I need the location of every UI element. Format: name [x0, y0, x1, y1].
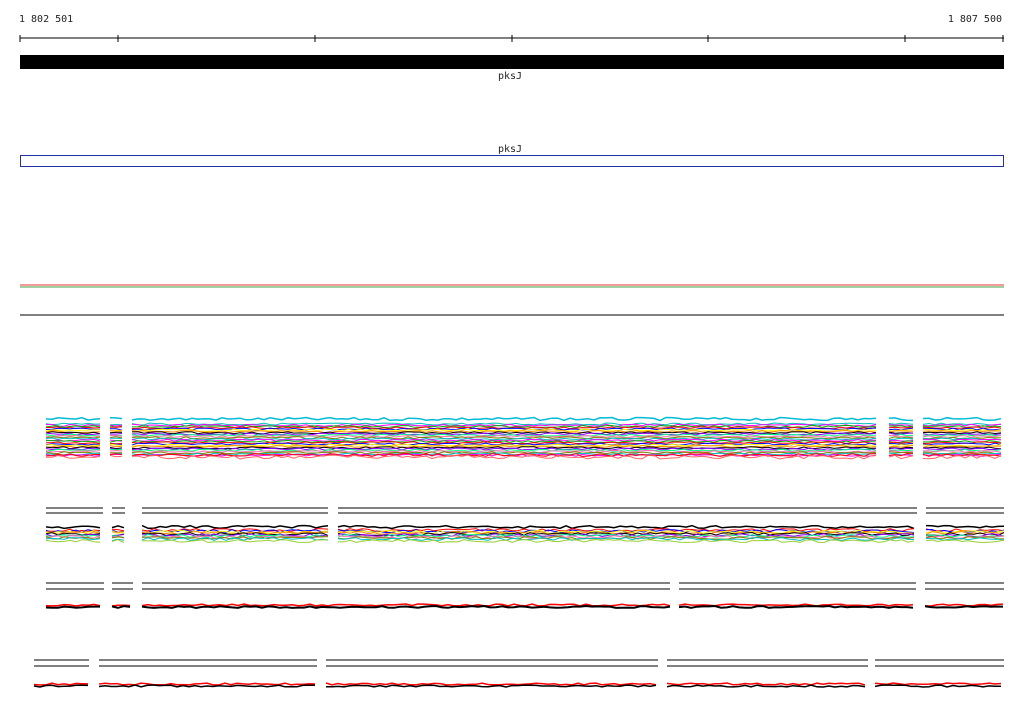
alignment-read-line: [337, 524, 915, 530]
alignment-read-line: [45, 427, 101, 431]
alignment-read-line: [888, 445, 914, 448]
alignment-read-line: [141, 604, 671, 610]
alignment-read-line: [922, 447, 1002, 451]
alignment-read-line: [888, 422, 914, 425]
alignment-read-line: [98, 684, 316, 688]
alignment-read-line: [109, 432, 123, 435]
alignment-read-line: [922, 430, 1001, 433]
alignment-read-line: [325, 684, 657, 688]
alignment-read-line: [925, 539, 1005, 543]
alignment-read-line: [925, 524, 1005, 529]
alignment-read-line: [111, 605, 131, 609]
alignment-tracks: [19, 35, 1005, 688]
alignment-read-line: [141, 539, 329, 543]
alignment-read-line: [325, 682, 657, 686]
alignment-read-line: [888, 417, 914, 422]
alignment-read-line: [98, 682, 316, 686]
alignment-read-line: [141, 524, 329, 530]
alignment-read-line: [45, 416, 101, 421]
alignment-read-line: [111, 525, 125, 529]
alignment-read-line: [922, 442, 1002, 446]
alignment-read-line: [888, 437, 914, 441]
alignment-read-line: [874, 682, 1002, 686]
genome-browser-view: 1 802 501 1 807 500 pksJ pksJ: [0, 0, 1024, 714]
alignment-read-line: [924, 605, 1004, 609]
alignment-read-line: [109, 450, 123, 452]
alignment-read-line: [109, 454, 123, 458]
alignment-read-line: [922, 425, 1002, 428]
alignment-read-line: [888, 426, 914, 429]
alignment-read-line: [131, 436, 877, 440]
alignment-read-line: [922, 416, 1002, 421]
alignment-read-line: [131, 427, 877, 431]
alignment-read-line: [131, 416, 877, 422]
alignment-read-line: [109, 431, 123, 434]
alignment-read-line: [45, 539, 101, 543]
alignment-read-line: [45, 525, 101, 530]
alignment-read-line: [666, 684, 866, 688]
alignment-read-line: [922, 426, 1002, 429]
alignment-read-line: [45, 605, 100, 609]
alignment-read-line: [131, 446, 877, 450]
alignment-read-line: [874, 684, 1001, 688]
alignment-read-line: [45, 450, 101, 453]
alignment-read-line: [678, 604, 914, 609]
alignment-read-line: [109, 428, 123, 431]
alignment-read-line: [109, 417, 123, 420]
alignment-read-line: [922, 446, 1002, 450]
alignment-read-line: [888, 443, 914, 447]
